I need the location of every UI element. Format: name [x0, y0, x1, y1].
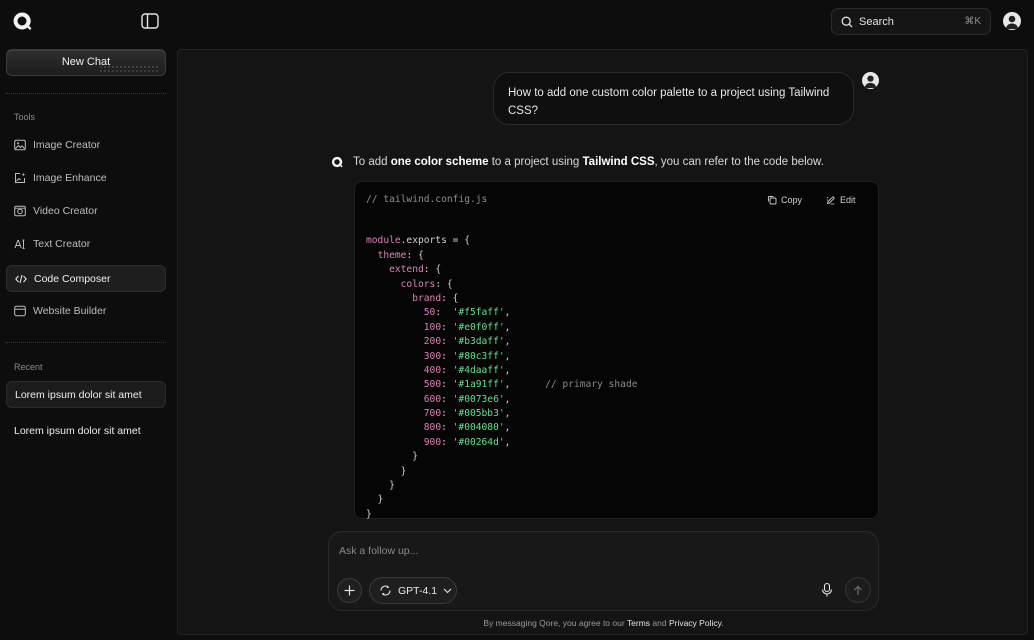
arrow-up-icon — [854, 585, 862, 595]
recent-chat-item[interactable]: Lorem ipsum dolor sit amet — [6, 417, 166, 444]
sidebar-item-label: Image Creator — [33, 138, 101, 151]
chevron-down-icon — [443, 588, 452, 593]
tools-section-label: Tools — [14, 112, 36, 122]
code-icon — [15, 273, 27, 285]
sidebar-item-label: Code Composer — [34, 272, 111, 285]
chat-panel: How to add one custom color palette to a… — [177, 49, 1028, 635]
attach-button[interactable] — [337, 578, 362, 603]
legal-footer: By messaging Qore, you agree to our Term… — [178, 618, 1029, 628]
sidebar-item-image-creator[interactable]: Image Creator — [6, 131, 166, 158]
code-line: } — [366, 508, 372, 520]
search-label: Search — [859, 15, 894, 28]
copy-label: Copy — [781, 195, 803, 205]
footer-text: By messaging Qore, you agree to our — [483, 618, 627, 628]
edit-label: Edit — [840, 195, 856, 205]
browser-icon — [14, 305, 26, 317]
code-line: 500: '#1a91ff', // primary shade — [423, 379, 638, 391]
copy-icon — [767, 196, 777, 205]
footer-text: and — [650, 618, 669, 628]
privacy-policy-link[interactable]: Privacy Policy — [669, 618, 721, 628]
sidebar-toggle-icon[interactable] — [141, 13, 159, 29]
code-line: 900: '#00264d', — [423, 436, 511, 448]
plus-icon — [344, 585, 355, 596]
sidebar-item-website-builder[interactable]: Website Builder — [6, 297, 166, 324]
text-icon — [14, 238, 26, 250]
model-switch-icon — [380, 585, 391, 596]
sidebar-item-label: Image Enhance — [33, 171, 107, 184]
image-enhance-icon — [14, 172, 26, 184]
code-line: 800: '#004080', — [423, 422, 511, 434]
code-line: colors: { — [400, 278, 453, 290]
code-line: brand: { — [412, 292, 459, 304]
follow-up-input[interactable] — [339, 543, 779, 559]
code-line: 400: '#4daaff', — [423, 364, 511, 376]
code-line: theme: { — [377, 249, 424, 261]
code-line: module.exports = { — [366, 235, 470, 247]
sidebar-item-label: Video Creator — [33, 204, 98, 217]
code-line: 600: '#0073e6', — [423, 393, 511, 405]
qore-logo-icon[interactable] — [12, 11, 32, 31]
assistant-message: To add one color scheme to a project usi… — [353, 156, 824, 168]
profile-avatar[interactable] — [1003, 12, 1021, 30]
edit-button[interactable]: Edit — [826, 195, 856, 205]
message-composer: GPT-4.1 — [328, 531, 879, 611]
sidebar-item-image-enhance[interactable]: Image Enhance — [6, 164, 166, 191]
send-button[interactable] — [845, 577, 871, 603]
edit-icon — [826, 196, 835, 205]
search-shortcut: ⌘K — [964, 16, 981, 27]
footer-text: . — [721, 618, 724, 628]
code-line: 200: '#b3daff', — [423, 336, 511, 348]
search-icon — [841, 16, 853, 27]
user-avatar — [862, 72, 879, 89]
sidebar-item-label: Website Builder — [33, 304, 107, 317]
code-line: } — [366, 451, 418, 463]
assistant-bold-text: one color scheme — [390, 156, 489, 168]
sidebar-divider — [6, 93, 166, 94]
code-content: module.exports = { theme: { extend: { co… — [366, 220, 638, 522]
sidebar-item-label: Text Creator — [33, 237, 91, 250]
button-texture — [99, 65, 159, 73]
recent-chat-label: Lorem ipsum dolor sit amet — [15, 388, 142, 401]
user-message: How to add one custom color palette to a… — [493, 72, 854, 125]
terms-link[interactable]: Terms — [627, 618, 650, 628]
assistant-text: To add — [353, 156, 391, 168]
search-button[interactable]: Search ⌘K — [831, 8, 991, 35]
video-icon — [14, 205, 26, 217]
microphone-icon — [821, 582, 833, 597]
code-line: 100: '#e0f0ff', — [423, 321, 511, 333]
code-line: } — [366, 480, 395, 492]
code-line: } — [366, 494, 384, 506]
code-block: // tailwind.config.js Copy Edit module.e… — [354, 181, 879, 522]
code-line: extend: { — [389, 264, 442, 276]
assistant-text: to a project using — [488, 156, 583, 168]
sidebar-divider — [6, 342, 166, 343]
new-chat-button[interactable]: New Chat — [6, 49, 166, 76]
sidebar-item-text-creator[interactable]: Text Creator — [6, 230, 166, 257]
sidebar-item-video-creator[interactable]: Video Creator — [6, 197, 166, 224]
code-line: 50: '#f5faff', — [423, 307, 511, 319]
assistant-text: , you can refer to the code below. — [654, 156, 824, 168]
recent-section-label: Recent — [14, 362, 43, 372]
model-selector[interactable]: GPT-4.1 — [369, 577, 457, 604]
recent-chat-label: Lorem ipsum dolor sit amet — [14, 424, 141, 437]
code-filename: // tailwind.config.js — [366, 194, 488, 205]
assistant-logo-icon — [331, 156, 343, 168]
copy-button[interactable]: Copy — [767, 195, 802, 205]
image-icon — [14, 139, 26, 151]
microphone-button[interactable] — [819, 582, 835, 598]
code-line: 300: '#80c3ff', — [423, 350, 511, 362]
app: Search ⌘K New Chat Tools Image Creator I… — [0, 0, 1034, 640]
code-line: } — [366, 465, 407, 477]
assistant-bold-text: Tailwind CSS — [582, 156, 655, 168]
sidebar-item-code-composer[interactable]: Code Composer — [6, 265, 166, 292]
model-label: GPT-4.1 — [398, 584, 438, 597]
recent-chat-item[interactable]: Lorem ipsum dolor sit amet — [6, 381, 166, 408]
code-line: 700: '#005bb3', — [423, 408, 511, 420]
